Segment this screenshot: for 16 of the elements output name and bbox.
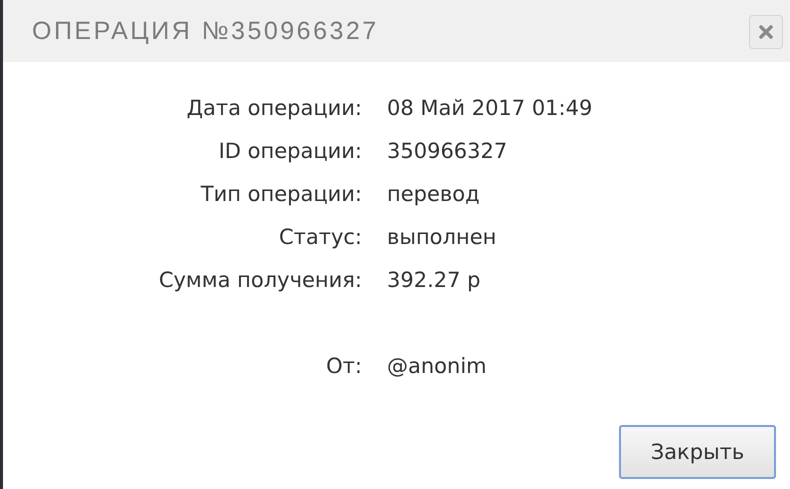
field-label: Тип операции: [200, 181, 363, 208]
field-value: 392.27 р [387, 267, 480, 294]
dialog-title: ОПЕРАЦИЯ №350966327 [32, 16, 379, 46]
close-dialog-button[interactable]: Закрыть [619, 425, 776, 479]
field-value: 08 Май 2017 01:49 [387, 95, 592, 122]
close-icon [759, 25, 773, 39]
field-value: перевод [387, 181, 480, 208]
close-button[interactable] [749, 15, 783, 49]
field-label: Сумма получения: [158, 267, 363, 294]
field-value: 350966327 [387, 138, 508, 165]
field-value: выполнен [387, 224, 496, 251]
field-label: Дата операции: [186, 95, 363, 122]
field-value: @anonim [387, 353, 487, 380]
field-label: Статус: [278, 224, 363, 251]
field-label: От: [325, 353, 363, 380]
field-label: ID операции: [218, 138, 363, 165]
